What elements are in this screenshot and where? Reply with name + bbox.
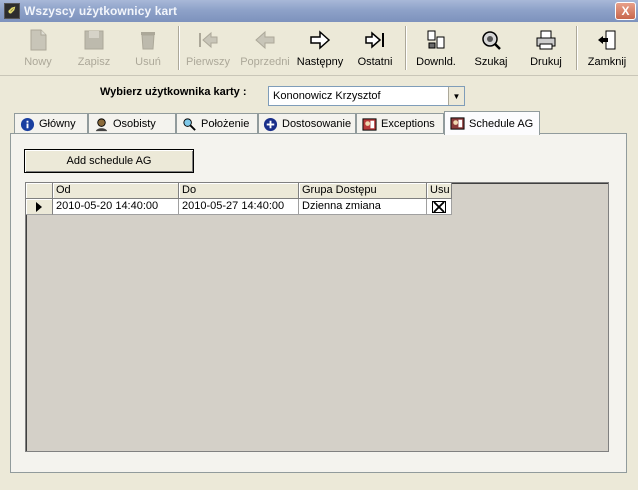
tab-glowny[interactable]: Główny [14, 113, 88, 134]
first-record-button[interactable]: Pierwszy [184, 25, 232, 73]
user-select-label: Wybierz użytkownika karty : [100, 86, 247, 98]
search-icon [480, 29, 502, 51]
grid-header-indicator [26, 183, 53, 199]
download-button[interactable]: Downld. [412, 25, 460, 73]
search-button[interactable]: Szukaj [470, 25, 512, 73]
toolbar: Nowy Zapisz Usuń Pierwszy Poprzedni Nast… [0, 22, 638, 76]
row-indicator [26, 199, 53, 215]
exit-door-icon [596, 29, 618, 51]
plus-circle-icon [263, 116, 278, 132]
tab-schedule-ag-label: Schedule AG [469, 117, 534, 130]
chevron-down-icon[interactable]: ▼ [448, 87, 464, 105]
schedule-icon [449, 116, 465, 132]
delete-button[interactable]: Usuń [126, 25, 170, 73]
title-bar: ✐ Wszyscy użytkownicy kart X [0, 0, 638, 22]
close-button[interactable]: Zamknij [584, 25, 630, 73]
tab-dostosowanie-label: Dostosowanie [282, 118, 352, 130]
user-select-combo[interactable]: Kononowicz Krzysztof ▼ [268, 86, 465, 106]
save-button[interactable]: Zapisz [72, 25, 116, 73]
tab-exceptions[interactable]: Exceptions [356, 113, 444, 134]
first-record-icon [197, 29, 219, 51]
save-button-label: Zapisz [77, 56, 111, 68]
column-header-do[interactable]: Do [179, 183, 299, 199]
last-record-icon [364, 29, 386, 51]
previous-record-button[interactable]: Poprzedni [238, 25, 292, 73]
tab-polozenie[interactable]: Położenie [176, 113, 258, 134]
previous-record-label: Poprzedni [240, 56, 290, 68]
app-icon: ✐ [4, 3, 20, 19]
new-button-label: Nowy [24, 56, 52, 68]
delete-bin-icon [137, 29, 159, 51]
window-title: Wszyscy użytkownicy kart [24, 4, 178, 18]
tab-osobisty[interactable]: Osobisty [88, 113, 176, 134]
save-icon [83, 29, 105, 51]
printer-icon [535, 29, 557, 51]
table-row[interactable]: 2010-05-20 14:40:00 2010-05-27 14:40:00 … [26, 199, 452, 215]
delete-checkbox[interactable] [432, 200, 446, 213]
close-label: Zamknij [587, 56, 627, 68]
last-record-button[interactable]: Ostatni [352, 25, 398, 73]
tab-schedule-ag[interactable]: Schedule AG [444, 111, 540, 135]
download-label: Downld. [416, 56, 456, 68]
schedule-grid[interactable]: Od Do Grupa Dostępu Usu 2010-05-20 14:40… [25, 182, 609, 452]
tab-glowny-label: Główny [39, 118, 76, 130]
toolbar-separator [576, 26, 578, 70]
next-record-icon [309, 29, 331, 51]
tab-dostosowanie[interactable]: Dostosowanie [258, 113, 356, 134]
current-row-arrow-icon [36, 201, 42, 212]
print-label: Drukuj [530, 56, 562, 68]
info-icon [19, 116, 35, 132]
tab-osobisty-label: Osobisty [113, 118, 156, 130]
search-label: Szukaj [474, 56, 508, 68]
toolbar-separator [405, 26, 407, 70]
add-schedule-button[interactable]: Add schedule AG [24, 149, 194, 173]
user-select-value: Kononowicz Krzysztof [273, 90, 381, 102]
exceptions-icon [361, 116, 377, 132]
next-record-button[interactable]: Następny [294, 25, 346, 73]
tab-exceptions-label: Exceptions [381, 118, 435, 130]
column-header-usun[interactable]: Usu [427, 183, 452, 199]
grid-header: Od Do Grupa Dostępu Usu [26, 183, 452, 199]
next-record-label: Następny [296, 56, 344, 68]
first-record-label: Pierwszy [185, 56, 230, 68]
column-header-od[interactable]: Od [53, 183, 179, 199]
toolbar-separator [178, 26, 180, 70]
cell-grupa[interactable]: Dzienna zmiana [299, 199, 427, 215]
new-document-icon [27, 29, 49, 51]
cell-usun[interactable] [427, 199, 452, 215]
column-header-grupa[interactable]: Grupa Dostępu [299, 183, 427, 199]
close-window-button[interactable]: X [615, 2, 636, 20]
cell-do[interactable]: 2010-05-27 14:40:00 [179, 199, 299, 215]
tab-polozenie-label: Położenie [201, 118, 250, 130]
last-record-label: Ostatni [357, 56, 393, 68]
close-icon [433, 201, 445, 212]
delete-button-label: Usuń [135, 56, 161, 68]
print-button[interactable]: Drukuj [524, 25, 568, 73]
previous-record-icon [254, 29, 276, 51]
user-select-row: Wybierz użytkownika karty : [100, 86, 247, 98]
new-button[interactable]: Nowy [16, 25, 60, 73]
location-icon [181, 116, 197, 132]
cell-od[interactable]: 2010-05-20 14:40:00 [53, 199, 179, 215]
download-icon [425, 29, 447, 51]
person-icon [93, 116, 109, 132]
